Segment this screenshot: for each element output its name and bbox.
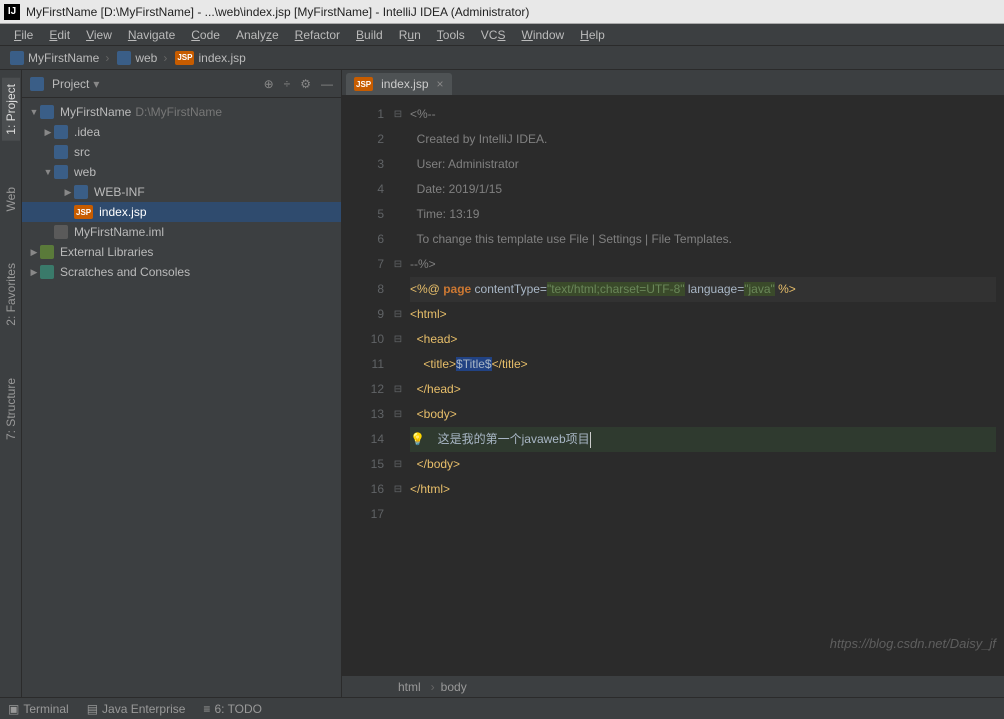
tree-node[interactable]: ▼ web xyxy=(22,162,341,182)
sidebar-header: Project ▾ ⊕ ÷ ⚙ — xyxy=(22,70,341,98)
terminal-icon: ▣ xyxy=(8,702,19,716)
code-lines[interactable]: <%-- Created by IntelliJ IDEA. User: Adm… xyxy=(406,96,1004,675)
statusbar: ▣Terminal ▤Java Enterprise ≡6: TODO xyxy=(0,697,1004,719)
project-icon xyxy=(30,77,44,91)
jsp-icon: JSP xyxy=(74,205,93,219)
project-icon xyxy=(10,51,24,65)
menu-navigate[interactable]: Navigate xyxy=(120,26,183,44)
menu-code[interactable]: Code xyxy=(183,26,228,44)
jsp-icon: JSP xyxy=(175,51,194,65)
tree-label: Scratches and Consoles xyxy=(60,265,190,279)
toolwin-todo[interactable]: ≡6: TODO xyxy=(203,702,262,716)
tree-label: MyFirstName xyxy=(60,105,131,119)
tree-label: web xyxy=(74,165,96,179)
close-icon[interactable]: × xyxy=(437,77,444,91)
tree-label: WEB-INF xyxy=(94,185,145,199)
title-text: MyFirstName [D:\MyFirstName] - ...\web\i… xyxy=(26,5,529,19)
editor-area: JSP index.jsp × 123456789101112131415161… xyxy=(342,70,1004,697)
project-sidebar: Project ▾ ⊕ ÷ ⚙ — ▼MyFirstNameD:\MyFirst… xyxy=(22,70,342,697)
lib-icon xyxy=(40,245,54,259)
tree-node[interactable]: JSP index.jsp xyxy=(22,202,341,222)
tree-node[interactable]: ▶ .idea xyxy=(22,122,341,142)
toolwin-java-ee[interactable]: ▤Java Enterprise xyxy=(87,702,186,716)
tree-label: index.jsp xyxy=(99,205,146,219)
menu-edit[interactable]: Edit xyxy=(41,26,78,44)
crumb-project[interactable]: MyFirstName xyxy=(6,51,113,65)
tree-node[interactable]: ▼MyFirstNameD:\MyFirstName xyxy=(22,102,341,122)
toolwin-structure[interactable]: 7: Structure xyxy=(2,372,20,446)
file-icon xyxy=(54,225,68,239)
todo-icon: ≡ xyxy=(203,702,210,716)
left-tool-gutter: 1: Project Web 2: Favorites 7: Structure xyxy=(0,70,22,697)
tree-label: External Libraries xyxy=(60,245,153,259)
menu-tools[interactable]: Tools xyxy=(429,26,473,44)
minimize-icon[interactable]: — xyxy=(321,77,333,91)
toolwin-favorites[interactable]: 2: Favorites xyxy=(2,257,20,332)
menu-file[interactable]: File xyxy=(6,26,41,44)
editor-tab-indexjsp[interactable]: JSP index.jsp × xyxy=(346,73,452,95)
gear-icon[interactable]: ⚙ xyxy=(300,77,311,91)
folder-icon xyxy=(117,51,131,65)
split-icon[interactable]: ÷ xyxy=(284,77,291,91)
breadcrumb-bar: MyFirstName web JSPindex.jsp xyxy=(0,46,1004,70)
editor-breadcrumb[interactable]: html›body xyxy=(342,675,1004,697)
menu-run[interactable]: Run xyxy=(391,26,429,44)
folder-icon xyxy=(74,185,88,199)
tree-label: MyFirstName.iml xyxy=(74,225,164,239)
app-logo-icon: IJ xyxy=(4,4,20,20)
scr-icon xyxy=(40,265,54,279)
titlebar: IJ MyFirstName [D:\MyFirstName] - ...\we… xyxy=(0,0,1004,24)
tree-node[interactable]: ▶ Scratches and Consoles xyxy=(22,262,341,282)
toolwin-web[interactable]: Web xyxy=(2,181,20,217)
dropdown-icon[interactable]: ▾ xyxy=(93,77,99,91)
sidebar-title[interactable]: Project xyxy=(52,77,89,91)
tree-label: src xyxy=(74,145,90,159)
fold-gutter[interactable]: ⊟⊟⊟⊟⊟⊟⊟⊟ xyxy=(390,96,406,675)
folder-icon xyxy=(54,145,68,159)
crumb-folder[interactable]: web xyxy=(113,51,171,65)
crumb-file[interactable]: JSPindex.jsp xyxy=(171,51,256,65)
menu-vcs[interactable]: VCS xyxy=(473,26,514,44)
menu-help[interactable]: Help xyxy=(572,26,613,44)
tree-arrow-icon[interactable]: ▼ xyxy=(42,167,54,177)
menu-window[interactable]: Window xyxy=(513,26,572,44)
tree-label: .idea xyxy=(74,125,100,139)
text-caret xyxy=(590,432,591,448)
toolwin-terminal[interactable]: ▣Terminal xyxy=(8,702,69,716)
tree-arrow-icon[interactable]: ▶ xyxy=(28,247,40,258)
lightbulb-icon[interactable]: 💡 xyxy=(410,432,425,446)
editor-tabs: JSP index.jsp × xyxy=(342,70,1004,96)
menu-view[interactable]: View xyxy=(78,26,120,44)
tree-arrow-icon[interactable]: ▶ xyxy=(42,127,54,138)
jsp-icon: JSP xyxy=(354,77,373,91)
target-icon[interactable]: ⊕ xyxy=(264,77,274,91)
ee-icon: ▤ xyxy=(87,702,98,716)
menu-refactor[interactable]: Refactor xyxy=(287,26,348,44)
project-tree[interactable]: ▼MyFirstNameD:\MyFirstName▶.idea src▼web… xyxy=(22,98,341,697)
tree-arrow-icon[interactable]: ▼ xyxy=(28,107,40,117)
folder-icon xyxy=(54,165,68,179)
toolwin-project[interactable]: 1: Project xyxy=(2,78,20,141)
line-number-gutter: 1234567891011121314151617 xyxy=(342,96,390,675)
code-editor[interactable]: 1234567891011121314151617 ⊟⊟⊟⊟⊟⊟⊟⊟ <%-- … xyxy=(342,96,1004,675)
tree-node[interactable]: ▶ WEB-INF xyxy=(22,182,341,202)
menu-build[interactable]: Build xyxy=(348,26,391,44)
menubar: File Edit View Navigate Code Analyze Ref… xyxy=(0,24,1004,46)
tree-arrow-icon[interactable]: ▶ xyxy=(28,267,40,278)
tree-arrow-icon[interactable]: ▶ xyxy=(62,187,74,198)
tree-node[interactable]: ▶ External Libraries xyxy=(22,242,341,262)
tree-node[interactable]: src xyxy=(22,142,341,162)
folder-icon xyxy=(54,125,68,139)
menu-analyze[interactable]: Analyze xyxy=(228,26,287,44)
proj-icon xyxy=(40,105,54,119)
tree-node[interactable]: MyFirstName.iml xyxy=(22,222,341,242)
